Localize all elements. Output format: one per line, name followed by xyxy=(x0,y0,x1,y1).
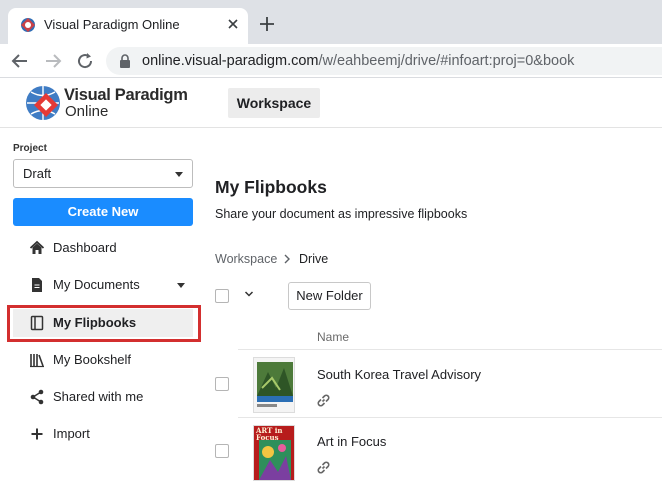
lock-icon xyxy=(120,54,130,68)
sidebar-item-label: Shared with me xyxy=(53,389,144,404)
caret-down-icon xyxy=(175,172,183,177)
back-arrow-icon[interactable] xyxy=(8,49,32,73)
project-label: Project xyxy=(13,143,47,154)
app-header: Visual Paradigm Online Workspace xyxy=(0,78,662,128)
new-folder-button[interactable]: New Folder xyxy=(288,282,371,310)
sidebar-item-label: Import xyxy=(53,426,90,441)
travel-cover-image xyxy=(254,358,294,412)
sidebar-item-label: My Documents xyxy=(53,277,140,292)
url-text: online.visual-paradigm.com/w/eahbeemj/dr… xyxy=(142,53,574,69)
share-icon xyxy=(30,389,44,405)
browser-toolbar: online.visual-paradigm.com/w/eahbeemj/dr… xyxy=(0,44,662,78)
sidebar-item-label: My Bookshelf xyxy=(53,352,132,367)
page-subtitle: Share your document as impressive flipbo… xyxy=(215,207,468,221)
browser-tab[interactable]: Visual Paradigm Online xyxy=(8,8,248,44)
close-tab-icon[interactable] xyxy=(224,15,242,33)
browser-tabstrip: Visual Paradigm Online xyxy=(0,0,662,44)
project-select-value: Draft xyxy=(23,166,52,181)
chevron-right-icon xyxy=(284,254,290,264)
active-item-highlight xyxy=(7,305,201,342)
flipbook-title[interactable]: Art in Focus xyxy=(317,434,386,449)
workspace-button[interactable]: Workspace xyxy=(228,88,320,118)
plus-icon xyxy=(31,428,43,440)
url-host: online.visual-paradigm.com xyxy=(142,53,319,69)
row-checkbox[interactable] xyxy=(215,444,229,458)
visual-paradigm-logo-icon[interactable] xyxy=(24,83,64,123)
logo-subtext: Online xyxy=(65,103,109,120)
document-icon xyxy=(32,278,42,292)
sidebar-item-shared-with-me[interactable]: Shared with me xyxy=(13,383,193,411)
header-divider xyxy=(238,349,662,350)
url-path: /w/eahbeemj/drive/#infoart:proj=0&book xyxy=(318,53,575,69)
sidebar-item-label: Dashboard xyxy=(53,240,117,255)
visual-paradigm-favicon-icon xyxy=(21,18,35,32)
sidebar-item-my-bookshelf[interactable]: My Bookshelf xyxy=(13,346,193,374)
caret-down-icon[interactable] xyxy=(177,283,185,288)
new-tab-icon[interactable] xyxy=(258,15,276,33)
project-select[interactable]: Draft xyxy=(13,159,193,188)
flipbook-thumbnail[interactable]: ART in Focus xyxy=(253,425,295,481)
sidebar-item-my-documents[interactable]: My Documents xyxy=(13,271,193,299)
home-icon xyxy=(29,240,45,254)
address-bar[interactable]: online.visual-paradigm.com/w/eahbeemj/dr… xyxy=(106,47,662,75)
flipbook-thumbnail[interactable] xyxy=(253,357,295,413)
sidebar-item-dashboard[interactable]: Dashboard xyxy=(13,234,193,262)
row-divider xyxy=(238,417,662,418)
tab-title: Visual Paradigm Online xyxy=(44,17,180,32)
link-icon[interactable] xyxy=(316,393,331,408)
select-all-checkbox[interactable] xyxy=(215,289,229,303)
row-checkbox[interactable] xyxy=(215,377,229,391)
bookshelf-icon xyxy=(30,354,44,368)
breadcrumb-drive: Drive xyxy=(299,252,329,266)
chevron-down-icon[interactable] xyxy=(244,290,254,298)
forward-arrow-icon[interactable] xyxy=(41,49,65,73)
column-header-name[interactable]: Name xyxy=(317,330,349,344)
breadcrumb-workspace[interactable]: Workspace xyxy=(215,252,277,266)
sidebar-item-import[interactable]: Import xyxy=(13,420,193,448)
link-icon[interactable] xyxy=(316,460,331,475)
flipbook-title[interactable]: South Korea Travel Advisory xyxy=(317,367,481,382)
create-new-button[interactable]: Create New xyxy=(13,198,193,226)
art-cover-text: ART in Focus xyxy=(256,426,283,442)
reload-icon[interactable] xyxy=(73,49,97,73)
page-title: My Flipbooks xyxy=(215,177,327,197)
